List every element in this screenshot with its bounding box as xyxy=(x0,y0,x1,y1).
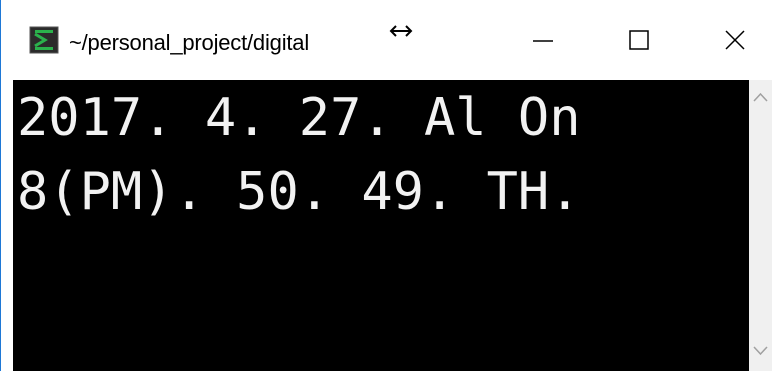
vertical-scrollbar[interactable] xyxy=(749,80,772,371)
minimize-button[interactable] xyxy=(495,0,591,80)
close-icon xyxy=(725,30,745,50)
maximize-icon xyxy=(629,30,649,50)
scroll-down-arrow-icon[interactable] xyxy=(752,344,769,358)
resize-arrows-icon xyxy=(389,25,413,37)
terminal-app-icon[interactable] xyxy=(29,26,59,54)
scroll-up-arrow-icon[interactable] xyxy=(752,90,769,104)
close-button[interactable] xyxy=(687,0,772,80)
terminal-line: 8(PM). 50. 49. TH. xyxy=(17,162,581,222)
window-title: ~/personal_project/digital xyxy=(69,30,310,55)
maximize-button[interactable] xyxy=(591,0,687,80)
title-bar[interactable]: ~/personal_project/digital xyxy=(1,0,772,80)
terminal-window: ~/personal_project/digital 2017. 4. 27. … xyxy=(0,0,772,371)
minimize-icon xyxy=(533,40,553,42)
terminal-output[interactable]: 2017. 4. 27. Al On 8(PM). 50. 49. TH. xyxy=(13,80,749,371)
terminal-line: 2017. 4. 27. Al On xyxy=(17,88,581,148)
